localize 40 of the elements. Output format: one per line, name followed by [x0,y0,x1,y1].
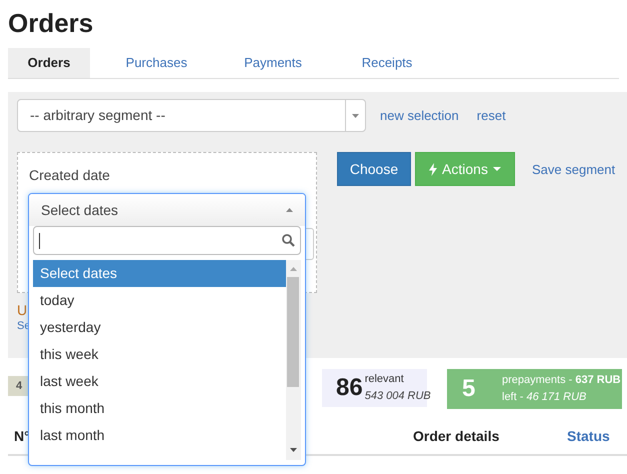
caret-icon [352,114,359,118]
choose-button[interactable]: Choose [337,152,411,186]
dates-select[interactable]: Select dates [29,194,305,226]
stat-count: 5 [462,374,476,404]
dropdown-option[interactable]: last month [33,422,286,449]
caret-icon [492,167,501,171]
tab[interactable]: Purchases [90,48,223,78]
column-header: N° [14,427,30,446]
search-icon [282,234,295,247]
link[interactable]: reset [476,106,506,126]
dropdown-option[interactable]: last week [33,368,286,395]
warning-text: U [17,301,28,319]
save-segment-link[interactable]: Save segment [532,160,616,177]
dropdown-option[interactable]: this week [33,341,286,368]
remaining-text: left - 46 171 RUB [502,390,588,405]
segment-select[interactable]: -- arbitrary segment -- [17,99,366,132]
column-header: Order details [413,427,500,446]
dropdown-option[interactable]: this month [33,395,286,422]
dropdown-option[interactable]: Select dates [33,260,286,287]
page-title: Orders [7,7,94,40]
lightning-icon [429,162,438,176]
dropdown-option[interactable]: yesterday [33,314,286,341]
scroll-up-icon[interactable] [290,267,297,271]
count-badge: 4 [8,376,30,396]
link[interactable]: new selection [380,106,459,126]
stat-count: 86 [336,373,363,403]
search-field[interactable] [33,226,301,255]
stat-amount: 543 004 RUB [364,389,431,404]
filter-label: Created date [29,166,110,185]
tab[interactable]: Receipts [323,48,451,78]
caret-icon [286,208,293,212]
scroll-down-icon[interactable] [290,448,297,452]
tab[interactable]: Payments [223,48,323,78]
actions-button[interactable]: Actions [415,152,515,186]
scrollbar[interactable] [286,260,301,460]
prepayments-text: prepayments - 637 RUB [502,373,621,388]
dropdown-option[interactable]: today [33,287,286,314]
tab[interactable]: Orders [8,48,90,78]
stat-label: relevant [364,372,405,387]
column-header[interactable]: Status [567,426,610,447]
